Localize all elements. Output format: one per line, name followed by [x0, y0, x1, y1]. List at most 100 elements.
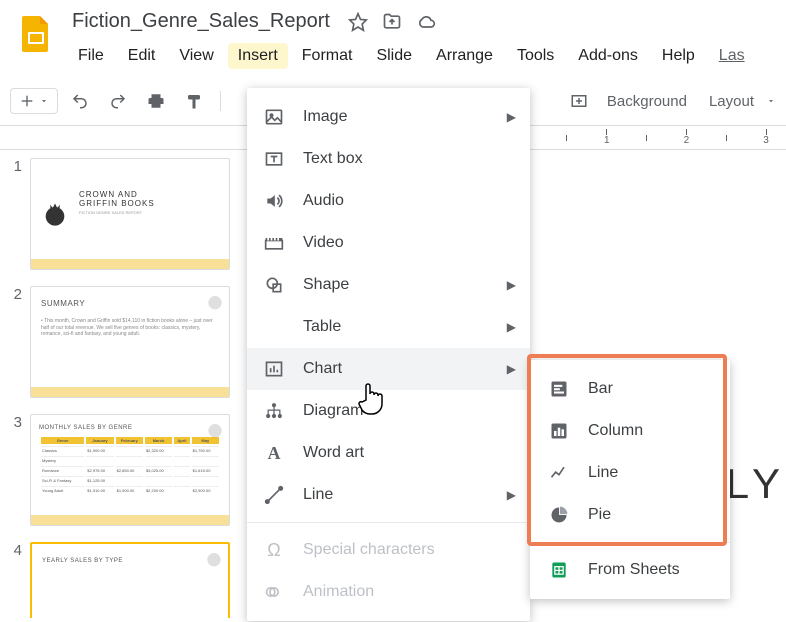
shape-icon: [263, 274, 285, 296]
new-slide-button[interactable]: [10, 88, 58, 114]
slide-thumb-3[interactable]: 3 MONTHLY SALES BY GENRE GenreJanuaryFeb…: [8, 414, 241, 526]
cursor-pointer-icon: [358, 380, 390, 418]
print-button[interactable]: [140, 85, 172, 117]
menu-label: From Sheets: [588, 561, 680, 579]
chevron-right-icon: ▶: [507, 362, 516, 376]
video-icon: [263, 232, 285, 254]
submenu-item-column[interactable]: Column: [530, 410, 730, 452]
submenu-item-line[interactable]: Line: [530, 452, 730, 494]
griffin-watermark-icon: [204, 548, 224, 568]
chevron-right-icon: ▶: [507, 278, 516, 292]
thumb-title: SUMMARY: [41, 299, 219, 308]
slides-logo[interactable]: [16, 14, 56, 54]
slide-number: 2: [8, 286, 22, 398]
menu-file[interactable]: File: [68, 43, 114, 69]
menu-label: Bar: [588, 380, 613, 398]
image-icon: [263, 106, 285, 128]
chart-icon: [263, 358, 285, 380]
menu-help[interactable]: Help: [652, 43, 705, 69]
menu-item-video[interactable]: Video: [247, 222, 530, 264]
crown-griffin-logo-icon: [41, 200, 69, 228]
menu-insert[interactable]: Insert: [228, 43, 288, 69]
last-edit[interactable]: Las: [709, 43, 755, 69]
menu-label: Special characters: [303, 541, 435, 559]
menu-item-textbox[interactable]: Text box: [247, 138, 530, 180]
doc-title[interactable]: Fiction_Genre_Sales_Report: [68, 8, 334, 35]
undo-button[interactable]: [64, 85, 96, 117]
menu-label: Table: [303, 318, 341, 336]
thumb-table: GenreJanuaryFebruaryMarchAprilMay Classi…: [39, 435, 221, 496]
slide-number: 4: [8, 542, 22, 618]
chart-submenu: Bar Column Line Pie From Sheets: [530, 360, 730, 599]
slide-thumb-4[interactable]: 4 YEARLY SALES BY TYPE: [8, 542, 241, 618]
app-header: Fiction_Genre_Sales_Report File Edit Vie…: [0, 0, 786, 69]
menu-format[interactable]: Format: [292, 43, 363, 69]
thumb-body: • This month, Crown and Griffin sold $14…: [41, 318, 219, 338]
menu-label: Image: [303, 108, 347, 126]
menu-item-shape[interactable]: Shape ▶: [247, 264, 530, 306]
layout-button[interactable]: Layout: [699, 89, 776, 114]
menu-label: Chart: [303, 360, 342, 378]
submenu-item-bar[interactable]: Bar: [530, 368, 730, 410]
slide-thumb-1[interactable]: 1 CROWN AND GRIFFIN BOOKS FICTION GENRE …: [8, 158, 241, 270]
menu-label: Animation: [303, 583, 374, 601]
paint-format-button[interactable]: [178, 85, 210, 117]
slide-thumb-2[interactable]: 2 SUMMARY • This month, Crown and Griffi…: [8, 286, 241, 398]
menu-label: Column: [588, 422, 643, 440]
menu-edit[interactable]: Edit: [118, 43, 166, 69]
background-button[interactable]: Background: [597, 89, 697, 114]
table-icon: [263, 316, 285, 338]
menu-arrange[interactable]: Arrange: [426, 43, 503, 69]
thumb-title: YEARLY SALES BY TYPE: [42, 558, 218, 564]
menu-addons[interactable]: Add-ons: [568, 43, 648, 69]
audio-icon: [263, 190, 285, 212]
diagram-icon: [263, 400, 285, 422]
move-icon[interactable]: [382, 12, 402, 32]
menu-label: Pie: [588, 506, 611, 524]
menu-item-wordart[interactable]: A Word art: [247, 432, 530, 474]
menu-item-image[interactable]: Image ▶: [247, 96, 530, 138]
thumb-title-line2: GRIFFIN BOOKS: [79, 200, 155, 209]
menu-item-special-characters: Ω Special characters: [247, 529, 530, 571]
menubar: File Edit View Insert Format Slide Arran…: [68, 43, 770, 69]
menu-label: Line: [588, 464, 618, 482]
menu-label: Audio: [303, 192, 344, 210]
menu-item-audio[interactable]: Audio: [247, 180, 530, 222]
insert-menu-dropdown: Image ▶ Text box Audio Video Shape ▶ Tab…: [247, 88, 530, 621]
thumb-title: MONTHLY SALES BY GENRE: [39, 425, 221, 431]
slide-number: 3: [8, 414, 22, 526]
menu-label: Shape: [303, 276, 349, 294]
menu-label: Line: [303, 486, 333, 504]
wordart-icon: A: [263, 442, 285, 464]
menu-label: Word art: [303, 444, 364, 462]
menu-view[interactable]: View: [169, 43, 223, 69]
line-chart-icon: [548, 462, 570, 484]
chevron-right-icon: ▶: [507, 320, 516, 334]
menu-slide[interactable]: Slide: [366, 43, 422, 69]
griffin-watermark-icon: [205, 419, 225, 439]
chevron-right-icon: ▶: [507, 488, 516, 502]
cloud-status-icon[interactable]: [416, 12, 436, 32]
bar-chart-icon: [548, 378, 570, 400]
special-characters-icon: Ω: [263, 539, 285, 561]
menu-item-line[interactable]: Line ▶: [247, 474, 530, 516]
thumb-subtitle: FICTION GENRE SALES REPORT: [79, 210, 155, 215]
animation-icon: [263, 581, 285, 603]
chevron-right-icon: ▶: [507, 110, 516, 124]
menu-item-table[interactable]: Table ▶: [247, 306, 530, 348]
slide-panel[interactable]: 1 CROWN AND GRIFFIN BOOKS FICTION GENRE …: [0, 150, 250, 618]
sheets-icon: [548, 559, 570, 581]
submenu-item-from-sheets[interactable]: From Sheets: [530, 549, 730, 591]
line-icon: [263, 484, 285, 506]
submenu-item-pie[interactable]: Pie: [530, 494, 730, 536]
menu-tools[interactable]: Tools: [507, 43, 564, 69]
menu-label: Video: [303, 234, 344, 252]
griffin-watermark-icon: [205, 291, 225, 311]
textbox-icon: [263, 148, 285, 170]
star-icon[interactable]: [348, 12, 368, 32]
redo-button[interactable]: [102, 85, 134, 117]
zoom-fit-button[interactable]: [563, 85, 595, 117]
menu-item-animation: Animation: [247, 571, 530, 613]
menu-label: Diagram: [303, 402, 363, 420]
menu-label: Text box: [303, 150, 363, 168]
